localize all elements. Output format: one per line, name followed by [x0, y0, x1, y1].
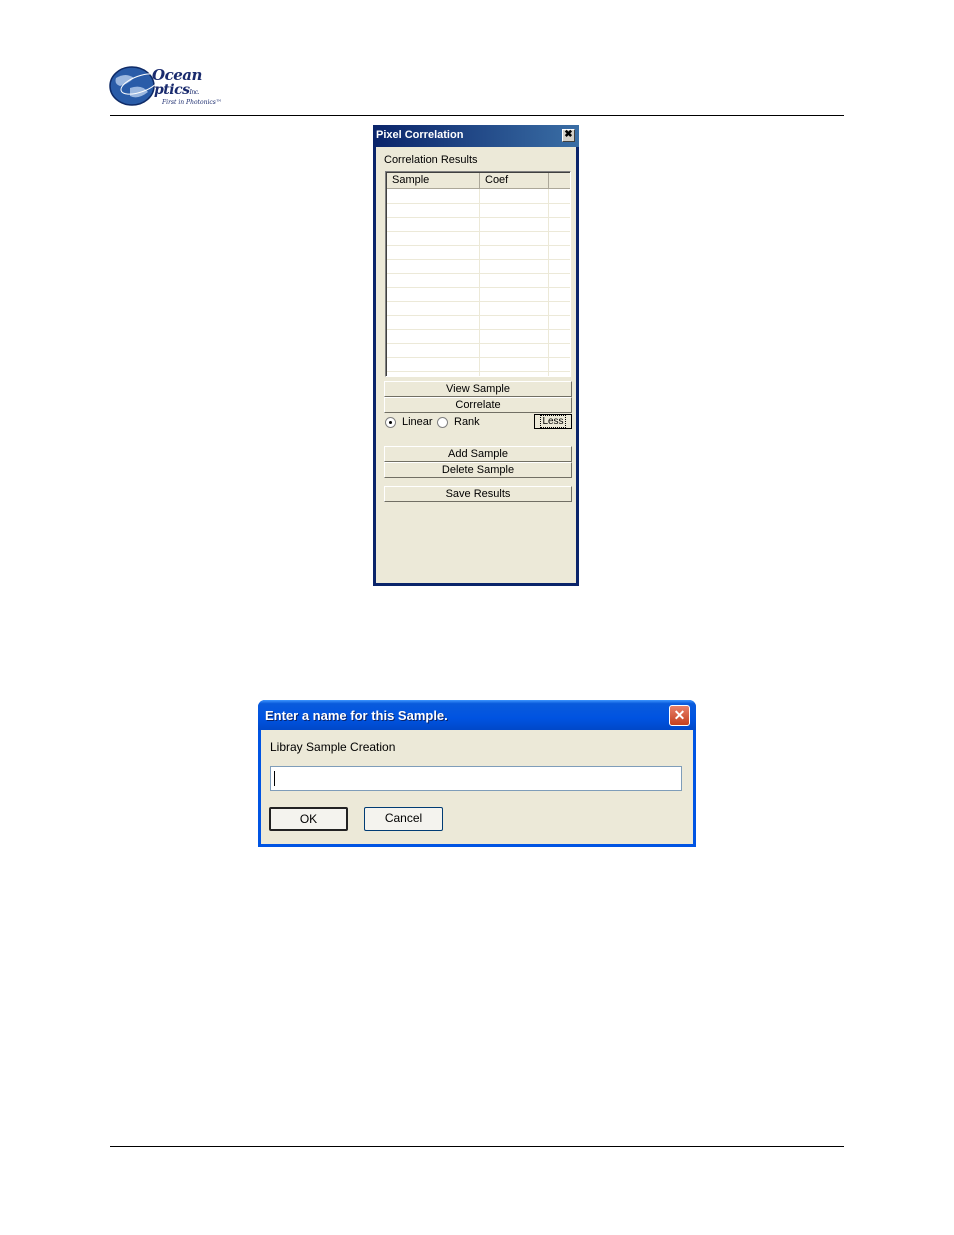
column-header-filler [549, 173, 570, 189]
pixel-correlation-window: Pixel Correlation ✖ Correlation Results … [373, 125, 579, 586]
dialog-title: Enter a name for this Sample. [265, 708, 448, 723]
grid-row-line [387, 245, 570, 246]
sample-name-dialog: Enter a name for this Sample. ✕ Libray S… [258, 700, 696, 847]
pixel-correlation-titlebar[interactable]: Pixel Correlation ✖ [373, 125, 579, 147]
footer-rule [110, 1146, 844, 1147]
correlate-button[interactable]: Correlate [384, 397, 572, 413]
grid-row-line [387, 329, 570, 330]
delete-sample-button[interactable]: Delete Sample [384, 462, 572, 478]
grid-row-line [387, 371, 570, 372]
text-caret [274, 771, 275, 786]
ok-button[interactable]: OK [269, 807, 348, 831]
grid-row-line [387, 231, 570, 232]
correlation-results-list[interactable]: Sample Coef [385, 171, 571, 377]
grid-row-line [387, 343, 570, 344]
pixel-correlation-body: Correlation Results Sample Coef View Sam… [376, 147, 576, 583]
linear-label: Linear [402, 416, 433, 428]
linear-radio[interactable] [385, 417, 396, 428]
logo-tagline: First in Photonics™ [162, 99, 222, 106]
view-sample-button[interactable]: View Sample [384, 381, 572, 397]
sample-name-input[interactable] [270, 766, 682, 791]
library-sample-creation-label: Libray Sample Creation [270, 740, 396, 754]
grid-row-line [387, 259, 570, 260]
grid-row-line [387, 357, 570, 358]
correlation-results-label: Correlation Results [384, 154, 478, 166]
grid-row-line [387, 287, 570, 288]
add-sample-button[interactable]: Add Sample [384, 446, 572, 462]
dialog-body: Libray Sample Creation OK Cancel [261, 730, 693, 844]
ocean-optics-logo: Ocean pticsInc. First in Photonics™ [108, 64, 228, 112]
column-header-coef[interactable]: Coef [480, 173, 549, 189]
rank-radio[interactable] [437, 417, 448, 428]
column-header-sample[interactable]: Sample [387, 173, 480, 189]
logo-word-optics: pticsInc. [154, 82, 199, 98]
less-button-label: Less [540, 414, 566, 428]
grid-row-line [387, 203, 570, 204]
grid-row-line [387, 315, 570, 316]
close-icon[interactable]: ✖ [562, 129, 575, 142]
dialog-titlebar[interactable]: Enter a name for this Sample. ✕ [258, 700, 696, 730]
window-title: Pixel Correlation [376, 129, 464, 141]
header-rule [110, 115, 844, 116]
close-icon[interactable]: ✕ [669, 705, 690, 726]
grid-row-line [387, 301, 570, 302]
save-results-button[interactable]: Save Results [384, 486, 572, 502]
grid-row-line [387, 217, 570, 218]
cancel-button[interactable]: Cancel [364, 807, 443, 831]
rank-label: Rank [454, 416, 480, 428]
less-button[interactable]: Less [534, 414, 572, 429]
grid-row-line [387, 273, 570, 274]
